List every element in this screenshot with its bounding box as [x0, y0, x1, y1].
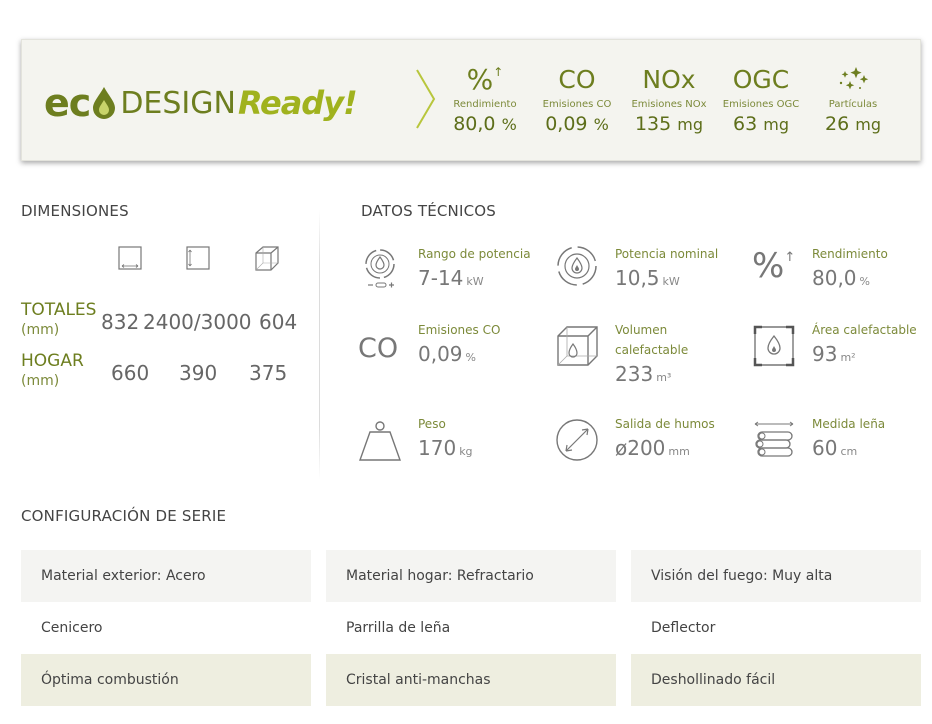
section-divider [319, 210, 320, 480]
eco-metric-nox: NOx Emisiones NOx 135 mg [624, 62, 714, 136]
tech-label: Salida de humos [615, 417, 715, 431]
width-icon [118, 246, 142, 270]
config-title: CONFIGURACIÓN DE SERIE [21, 507, 227, 525]
config-item: Cenicero [21, 602, 311, 654]
tech-label: Potencia nominal [615, 247, 719, 261]
depth-cube-icon [255, 246, 279, 271]
flue-outlet-icon [556, 419, 598, 461]
tech-value: ø200 mm [615, 436, 690, 460]
heated-volume-icon [557, 326, 598, 366]
tech-value: 60 cm [812, 436, 858, 460]
metric-label: Emisiones OGC [722, 99, 800, 110]
tech-label: Volumen calefactable [615, 323, 689, 357]
metric-value: 80,0 % [453, 113, 517, 135]
tech-value: 170 kg [418, 436, 473, 460]
percent-arrow-icon: % ↑ [466, 62, 504, 96]
eco-metric-particulas: Partículas 26 mg [808, 62, 898, 135]
co-emission-icon: CO [358, 332, 399, 364]
ecodesign-logo: ec DESIGN Ready! [44, 78, 358, 128]
config-item: Material exterior: Acero [21, 550, 311, 602]
tech-label: Peso [418, 417, 446, 431]
logo-design-text: DESIGN [120, 85, 236, 121]
ecodesign-banner: ec DESIGN Ready! % ↑ Rendimiento 80,0 % C… [21, 39, 921, 161]
tech-value: 0,09% [418, 342, 476, 366]
dim-hogar-depth: 375 [249, 361, 288, 385]
metric-value: 63 mg [733, 113, 789, 135]
weight-icon [359, 421, 401, 461]
particles-icon [808, 62, 898, 96]
tech-label: Área calefactable [812, 323, 917, 337]
chevron-right-icon [416, 69, 436, 129]
heated-area-icon [753, 325, 795, 367]
metric-value: 135 mg [634, 113, 704, 135]
tech-value: 80,0% [812, 266, 870, 290]
config-item: Parrilla de leña [326, 602, 616, 654]
power-range-icon [365, 249, 395, 288]
sparkles-icon [839, 67, 869, 90]
dim-totales-depth: 604 [259, 310, 298, 334]
eco-metric-ogc: OGC Emisiones OGC 63 mg [716, 62, 806, 136]
metric-label: Rendimiento [453, 99, 517, 110]
metric-value: 26 mg [825, 113, 881, 135]
tech-value: 233 m³ [615, 362, 672, 386]
nox-icon: NOx [642, 64, 696, 94]
tech-value: 10,5 kW [615, 266, 680, 290]
dim-hogar-width: 660 [111, 361, 150, 385]
dim-totales-width: 832 [101, 310, 140, 334]
config-item: Óptima combustión [21, 654, 311, 706]
flame-drop-icon [93, 87, 116, 119]
metric-label: Partículas [828, 99, 878, 110]
dim-row-totales-label: TOTALES (mm) [21, 300, 97, 338]
dim-totales-height: 2400/3000 [143, 310, 252, 334]
logo-ready-text: Ready! [237, 84, 358, 122]
tech-label: Rendimiento [812, 247, 888, 261]
tech-label: Rango de potencia [418, 247, 531, 261]
logo-eco-letters: ec [44, 81, 91, 125]
config-item: Cristal anti-manchas [326, 654, 616, 706]
metric-label: Emisiones NOx [631, 99, 707, 110]
config-item: Material hogar: Refractario [326, 550, 616, 602]
dim-row-hogar-label: HOGAR (mm) [21, 351, 84, 389]
config-item: Deshollinado fácil [631, 654, 921, 706]
metric-label: Emisiones CO [542, 99, 612, 110]
nominal-power-icon [557, 246, 597, 286]
metric-value: 0,09 % [545, 113, 609, 135]
tech-value: 93 m² [812, 342, 856, 366]
co-icon: CO [558, 64, 596, 94]
logo-eco-text: ec [44, 81, 120, 125]
tech-label: Emisiones CO [418, 323, 501, 337]
eco-metric-co: CO Emisiones CO 0,09 % [532, 62, 622, 136]
tech-value: 7-14 kW [418, 266, 484, 290]
dim-hogar-height: 390 [179, 361, 218, 385]
log-size-icon [754, 421, 794, 457]
eco-metric-rendimiento: % ↑ Rendimiento 80,0 % [440, 62, 530, 136]
dimensions-title: DIMENSIONES [21, 202, 129, 220]
config-item: Visión del fuego: Muy alta [631, 550, 921, 602]
efficiency-icon: % ↑ [752, 246, 796, 286]
ogc-icon: OGC [732, 64, 790, 94]
config-item: Deflector [631, 602, 921, 654]
technical-title: DATOS TÉCNICOS [361, 202, 497, 220]
height-icon [186, 246, 210, 270]
tech-label: Medida leña [812, 417, 886, 431]
